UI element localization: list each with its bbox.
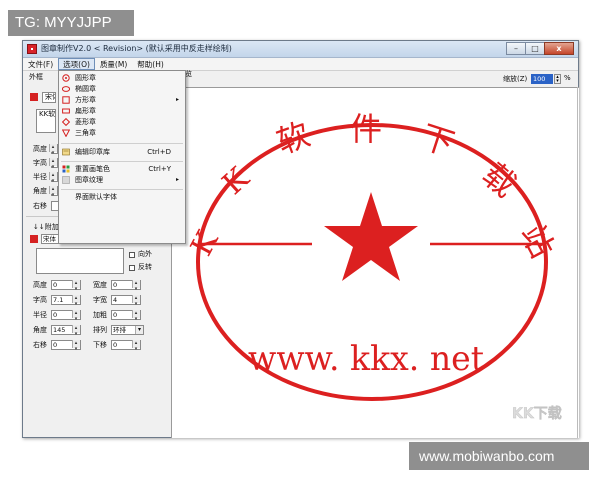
zoom-input[interactable]: 100 [531,74,553,84]
star-icon [324,192,418,281]
down-shift-label: 下移 [93,341,107,349]
char-height-label-top: 字高 [33,159,47,167]
menu-options[interactable]: 选项(O) [58,58,95,70]
stamp-svg: K K 软 件 下 载 站 www. kkx. net KK下载 [184,110,562,422]
menu-item-circle-stamp[interactable]: 圆形章 [59,73,185,83]
angle-stepper-top[interactable] [49,186,58,196]
radius-stepper-top[interactable] [49,172,58,182]
radius-stepper[interactable]: 0 [51,310,81,320]
triangle-stamp-icon [62,129,70,137]
arrange-label: 排列 [93,326,107,334]
flat-stamp-icon [62,108,70,114]
radius-label: 半径 [33,311,47,319]
zoom-percent: % [564,74,571,82]
stamp-text-input[interactable]: KK软件 [36,109,56,133]
outward-checkbox[interactable] [129,252,135,258]
menu-item-triangle-stamp[interactable]: 三角章 [59,128,185,138]
watermark-top-left: TG: MYYJJPP [8,10,134,36]
app-stamp-icon [27,44,37,54]
radius-label-top: 半径 [33,173,47,181]
title-bar[interactable]: 图章制作V2.0 < Revision> (默认采用中反走样绘制) – □ x [23,41,578,58]
watermark-bottom-right: www.mobiwanbo.com [409,442,589,470]
window-title: 图章制作V2.0 < Revision> (默认采用中反走样绘制) [41,44,232,53]
angle-label: 角度 [33,326,47,334]
submenu-arrow-icon: ▸ [175,176,179,183]
circle-stamp-icon [62,74,70,82]
additional-text-input[interactable] [36,248,124,274]
outer-frame-label: 外框 [29,73,43,81]
width-stepper[interactable]: 0 [111,280,141,290]
font-select-top[interactable]: 宋体 [42,92,56,103]
right-shift-label: 右移 [33,341,47,349]
height-stepper[interactable]: 0 [51,280,81,290]
outward-label: 向外 [138,250,152,258]
down-shift-stepper[interactable]: 0 [111,340,141,350]
menu-item-stamp-texture[interactable]: 图章纹理 ▸ [59,175,185,185]
diamond-stamp-icon [62,118,70,126]
color-swatch-additional[interactable] [30,235,38,243]
menu-item-reset-pen-color[interactable]: 重置画笔色 Ctrl+Y [59,164,185,174]
submenu-arrow-icon: ▸ [175,96,179,103]
menu-separator [61,161,183,162]
color-swatch-top[interactable] [30,93,38,101]
stamp-char-5: 下 [417,117,459,163]
menu-quality[interactable]: 质量(M) [95,58,132,70]
char-height-label: 字高 [33,296,47,304]
char-height-stepper-top[interactable] [49,158,58,168]
width-label: 宽度 [93,281,107,289]
stamp-bottom-text: www. kkx. net [248,339,484,379]
right-shift-label-top: 右移 [33,202,47,210]
menu-item-edit-library[interactable]: 编辑印章库 Ctrl+D [59,147,185,157]
angle-stepper[interactable]: 145 [51,325,81,335]
reverse-checkbox[interactable] [129,265,135,271]
menu-item-flat-stamp[interactable]: 扁形章 [59,106,185,116]
window-controls: – □ x [506,42,574,56]
height-label-top: 高度 [33,145,47,153]
menu-item-diamond-stamp[interactable]: 菱形章 [59,117,185,127]
options-dropdown-menu: 圆形章 椭圆章 方形章 ▸ 扁形章 菱形章 三角章 编辑印章库 Ctrl+D 重… [58,70,186,244]
app-window: 图章制作V2.0 < Revision> (默认采用中反走样绘制) – □ x … [22,40,579,438]
menu-help[interactable]: 帮助(H) [132,58,169,70]
stamp-char-1: K [184,225,226,262]
texture-icon [62,176,70,184]
palette-icon [62,165,70,173]
stamp-char-4: 件 [350,110,382,148]
bold-stepper[interactable]: 0 [111,310,141,320]
height-stepper-top[interactable] [49,144,58,154]
stamp-preview-canvas[interactable]: K K 软 件 下 载 站 www. kkx. net KK下载 [171,87,579,438]
ellipse-stamp-icon [62,86,70,92]
minimize-button[interactable]: – [506,42,526,55]
menu-item-default-font[interactable]: 界面默认字体 [59,192,185,202]
menu-item-square-stamp[interactable]: 方形章 ▸ [59,95,185,105]
close-button[interactable]: x [544,42,574,55]
stamp-char-6: 载 [475,155,524,205]
stamp-char-3: 软 [272,115,315,162]
zoom-spinner[interactable]: ▴ ▾ [554,74,561,84]
bold-label: 加粗 [93,311,107,319]
edit-library-icon [62,148,70,156]
site-watermark: KK下载 [512,405,562,422]
menu-item-ellipse-stamp[interactable]: 椭圆章 [59,84,185,94]
menu-separator [61,189,183,190]
maximize-button[interactable]: □ [525,42,545,55]
menu-separator [61,143,183,144]
char-width-stepper[interactable]: 4 [111,295,141,305]
canvas-edge [577,87,578,438]
arrange-select[interactable]: 环排 [111,325,144,335]
angle-label-top: 角度 [33,187,47,195]
char-width-label: 字宽 [93,296,107,304]
reverse-label: 反转 [138,263,152,271]
menu-file[interactable]: 文件(F) [23,58,58,70]
square-stamp-icon [62,96,70,104]
screenshot: TG: MYYJJPP www.mobiwanbo.com 图章制作V2.0 <… [0,0,600,480]
char-height-stepper[interactable]: 7.1 [51,295,81,305]
right-shift-stepper[interactable]: 0 [51,340,81,350]
stamp-char-7: 站 [513,218,562,264]
height-label: 高度 [33,281,47,289]
zoom-label: 缩放(Z) [503,75,528,83]
